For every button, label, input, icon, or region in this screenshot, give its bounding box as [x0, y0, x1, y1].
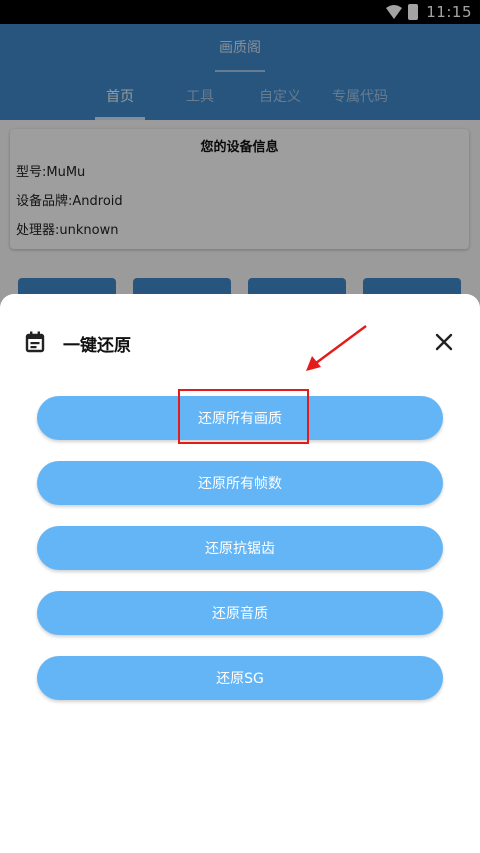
restore-audio-button[interactable]: 还原音质 — [37, 591, 443, 635]
sheet-title: 一键还原 — [63, 336, 131, 356]
restore-sg-button[interactable]: 还原SG — [37, 656, 443, 700]
restore-bottom-sheet: 一键还原 — [0, 294, 480, 853]
restore-antialiasing-button[interactable]: 还原抗锯齿 — [37, 526, 443, 570]
annotation-highlight-box — [178, 389, 309, 444]
sheet-header: 一键还原 — [0, 294, 480, 374]
restore-all-framerate-button[interactable]: 还原所有帧数 — [37, 461, 443, 505]
calendar-icon — [25, 331, 45, 353]
close-icon[interactable] — [432, 330, 456, 354]
annotation-arrow-icon — [306, 325, 367, 371]
